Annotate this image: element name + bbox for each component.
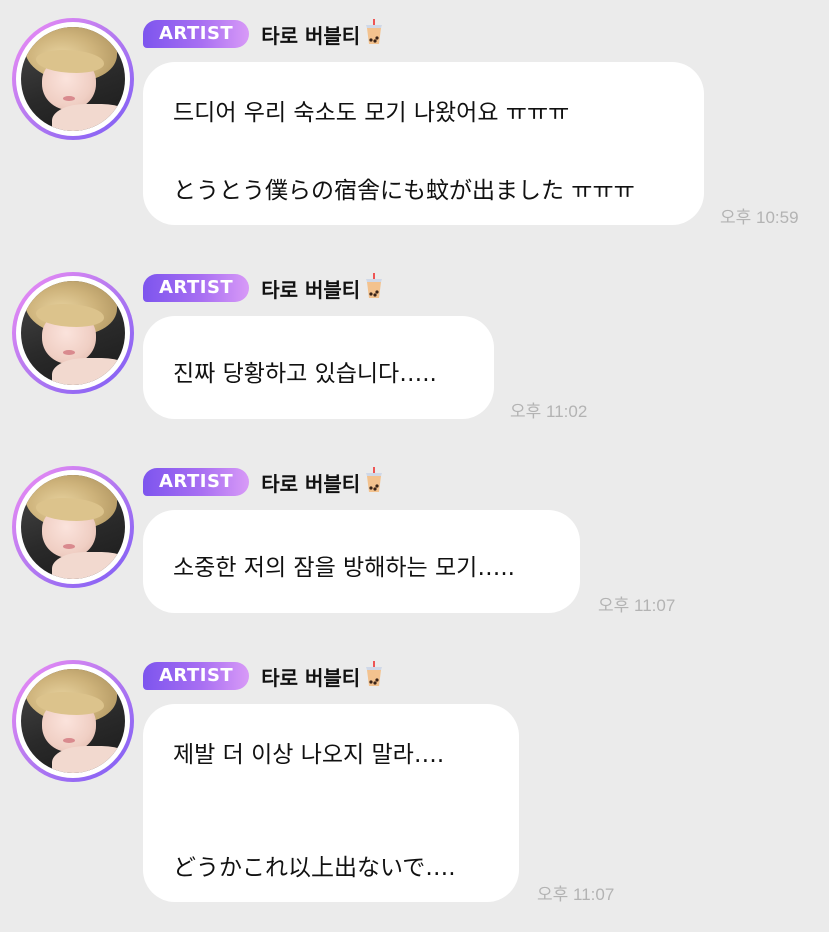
message-text: 제발 더 이상 나오지 말라…. xyxy=(173,742,445,768)
message-header: ARTIST 타로 버블티 xyxy=(143,467,384,497)
author-name[interactable]: 타로 버블티 xyxy=(261,468,360,497)
artist-avatar[interactable] xyxy=(12,272,134,394)
timestamp: 오후 11:07 xyxy=(537,885,615,904)
message-text-translation: とうとう僕らの宿舎にも蚊が出ました ㅠㅠㅠ xyxy=(173,178,635,204)
bubble-tea-icon xyxy=(364,467,384,497)
message-text: 드디어 우리 숙소도 모기 나왔어요 ㅠㅠㅠ xyxy=(173,100,570,126)
message-text: 소중한 저의 잠을 방해하는 모기….. xyxy=(173,555,515,581)
timestamp: 오후 11:07 xyxy=(598,596,676,615)
artist-badge: ARTIST xyxy=(143,20,250,48)
artist-avatar[interactable] xyxy=(12,18,134,140)
artist-badge: ARTIST xyxy=(143,468,250,496)
bubble-tea-icon xyxy=(364,273,384,303)
profile-photo xyxy=(21,475,125,579)
artist-avatar[interactable] xyxy=(12,466,134,588)
timestamp: 오후 10:59 xyxy=(720,208,799,227)
message-header: ARTIST 타로 버블티 xyxy=(143,661,384,691)
profile-photo xyxy=(21,27,125,131)
author-name[interactable]: 타로 버블티 xyxy=(261,274,360,303)
message-bubble[interactable]: 소중한 저의 잠을 방해하는 모기….. xyxy=(143,510,580,613)
timestamp: 오후 11:02 xyxy=(510,402,588,421)
profile-photo xyxy=(21,669,125,773)
bubble-tea-icon xyxy=(364,19,384,49)
bubble-tea-icon xyxy=(364,661,384,691)
profile-photo xyxy=(21,281,125,385)
message-bubble[interactable]: 드디어 우리 숙소도 모기 나왔어요 ㅠㅠㅠ とうとう僕らの宿舎にも蚊が出ました… xyxy=(143,62,704,225)
artist-badge: ARTIST xyxy=(143,274,250,302)
artist-badge: ARTIST xyxy=(143,662,250,690)
author-name[interactable]: 타로 버블티 xyxy=(261,20,360,49)
author-name[interactable]: 타로 버블티 xyxy=(261,662,360,691)
message-header: ARTIST 타로 버블티 xyxy=(143,273,384,303)
message-bubble[interactable]: 제발 더 이상 나오지 말라…. どうかこれ以上出ないで…. xyxy=(143,704,519,902)
message-header: ARTIST 타로 버블티 xyxy=(143,19,384,49)
message-text: 진짜 당황하고 있습니다….. xyxy=(173,361,437,387)
artist-avatar[interactable] xyxy=(12,660,134,782)
message-bubble[interactable]: 진짜 당황하고 있습니다….. xyxy=(143,316,494,419)
message-text-translation: どうかこれ以上出ないで…. xyxy=(173,855,456,881)
